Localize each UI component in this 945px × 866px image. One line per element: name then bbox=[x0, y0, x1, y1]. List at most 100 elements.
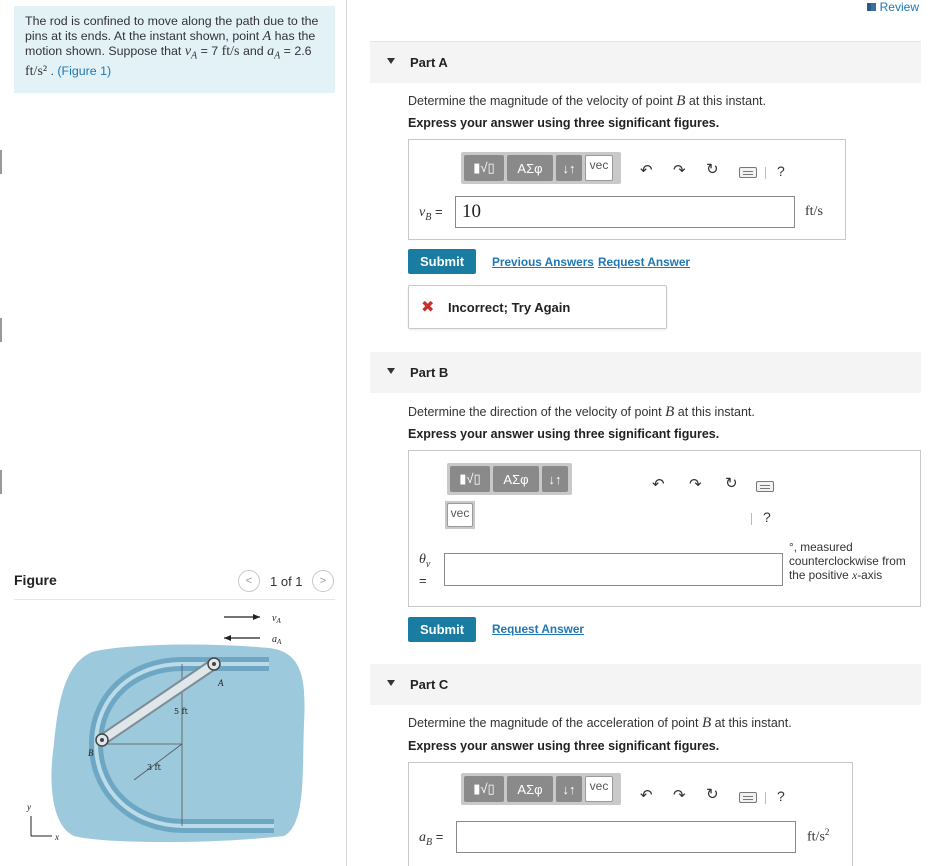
figure-header: Figure < 1 of 1 > bbox=[14, 566, 335, 600]
math-toolbar: ▮√▯ ΑΣφ ↓↑ vec bbox=[461, 773, 621, 805]
dim-5ft-label: 5 ft bbox=[174, 707, 189, 716]
previous-answers-link[interactable]: Previous Answers bbox=[492, 255, 594, 269]
aa-value: = 2.6 bbox=[280, 44, 312, 59]
axis-x-label: x bbox=[54, 832, 59, 842]
templates-button[interactable]: ▮√▯ bbox=[450, 466, 490, 492]
part-a-submit-button[interactable]: Submit bbox=[408, 249, 477, 274]
reset-icon[interactable]: ↻ bbox=[706, 162, 719, 178]
panel-divider bbox=[346, 0, 347, 866]
chevron-right-icon: > bbox=[319, 575, 327, 587]
scroll-tick bbox=[0, 470, 2, 494]
part-b-request-answer-link[interactable]: Request Answer bbox=[492, 622, 584, 636]
greek-button[interactable]: ΑΣφ bbox=[493, 466, 539, 492]
point-a-symbol: A bbox=[262, 28, 272, 44]
part-b-unit: °, measured counterclockwise from the po… bbox=[789, 540, 906, 582]
feedback-message: Incorrect; Try Again bbox=[448, 300, 571, 315]
redo-icon[interactable]: ↷ bbox=[689, 477, 702, 493]
reset-icon[interactable]: ↻ bbox=[706, 787, 719, 803]
arrows-button[interactable]: ↓↑ bbox=[556, 155, 582, 181]
part-b-submit-button[interactable]: Submit bbox=[408, 617, 477, 642]
templates-button[interactable]: ▮√▯ bbox=[464, 155, 504, 181]
collapse-triangle-icon bbox=[387, 368, 395, 374]
help-button[interactable]: ? bbox=[763, 509, 771, 525]
vb-label: vB = bbox=[419, 204, 443, 223]
part-a-instruction: Express your answer using three signific… bbox=[408, 116, 720, 130]
greek-button[interactable]: ΑΣφ bbox=[507, 776, 553, 802]
toolbar-separator bbox=[765, 167, 766, 179]
part-c-title: Part C bbox=[410, 677, 449, 692]
left-panel: The rod is confined to move along the pa… bbox=[0, 0, 348, 866]
part-b-answer-input[interactable] bbox=[444, 553, 783, 586]
va-value: = 7 bbox=[197, 44, 222, 59]
figure-next-button[interactable]: > bbox=[312, 570, 334, 592]
collapse-triangle-icon bbox=[387, 680, 395, 686]
part-c-question: Determine the magnitude of the accelerat… bbox=[408, 715, 792, 731]
vec-button[interactable]: vec bbox=[585, 155, 613, 181]
velocity-arrow bbox=[224, 614, 260, 620]
part-b-instruction: Express your answer using three signific… bbox=[408, 427, 720, 441]
toolbar-separator bbox=[751, 513, 752, 525]
undo-icon[interactable]: ↶ bbox=[640, 788, 653, 804]
part-a-answer-box: ▮√▯ ΑΣφ ↓↑ vec ↶ ↷ ↻ ? vB = ft/s bbox=[408, 139, 846, 240]
part-a-unit: ft/s bbox=[805, 204, 823, 219]
point-a-label: A bbox=[217, 678, 224, 688]
vec-toolgroup: vec bbox=[445, 501, 475, 529]
part-b-answer-box: ▮√▯ ΑΣφ ↓↑ vec ↶ ↷ ↻ ? θv = °, measured c… bbox=[408, 450, 921, 607]
arrows-button[interactable]: ↓↑ bbox=[556, 776, 582, 802]
part-a-request-answer-link[interactable]: Request Answer bbox=[598, 255, 690, 269]
redo-icon[interactable]: ↷ bbox=[673, 163, 686, 179]
figure-link[interactable]: (Figure 1) bbox=[57, 64, 111, 78]
vec-button[interactable]: vec bbox=[447, 503, 473, 527]
part-c-unit: ft/s2 bbox=[807, 827, 830, 845]
problem-text: and bbox=[242, 44, 264, 59]
incorrect-x-icon: ✖ bbox=[421, 299, 435, 316]
part-c-answer-box: ▮√▯ ΑΣφ ↓↑ vec ↶ ↷ ↻ ? aB = ft/s2 bbox=[408, 762, 853, 866]
point-b-label: B bbox=[88, 748, 94, 758]
arrows-button[interactable]: ↓↑ bbox=[542, 466, 568, 492]
acceleration-arrow bbox=[224, 635, 260, 641]
point-b-symbol: B bbox=[676, 93, 686, 109]
keyboard-icon[interactable] bbox=[756, 481, 774, 492]
keyboard-icon[interactable] bbox=[739, 167, 757, 178]
figure-prev-button[interactable]: < bbox=[238, 570, 260, 592]
theta-label: θv = bbox=[419, 552, 431, 588]
review-label: Review bbox=[879, 0, 919, 14]
book-icon bbox=[866, 3, 876, 11]
keyboard-icon[interactable] bbox=[739, 792, 757, 803]
part-a-header[interactable]: Part A bbox=[370, 42, 921, 83]
axis-y-label: y bbox=[26, 802, 31, 812]
math-toolbar: ▮√▯ ΑΣφ ↓↑ bbox=[447, 463, 572, 495]
vec-button[interactable]: vec bbox=[585, 776, 613, 802]
part-b-question: Determine the direction of the velocity … bbox=[408, 404, 755, 420]
ab-label: aB = bbox=[419, 829, 444, 848]
figure-title: Figure bbox=[14, 572, 57, 588]
greek-button[interactable]: ΑΣφ bbox=[507, 155, 553, 181]
scroll-tick bbox=[0, 150, 2, 174]
part-a-question: Determine the magnitude of the velocity … bbox=[408, 93, 766, 109]
templates-button[interactable]: ▮√▯ bbox=[464, 776, 504, 802]
scroll-tick bbox=[0, 318, 2, 342]
feedback-box: ✖ Incorrect; Try Again bbox=[408, 285, 667, 329]
redo-icon[interactable]: ↷ bbox=[673, 788, 686, 804]
undo-icon[interactable]: ↶ bbox=[640, 163, 653, 179]
reset-icon[interactable]: ↻ bbox=[725, 476, 738, 492]
review-link[interactable]: Review bbox=[866, 0, 919, 14]
part-c-instruction: Express your answer using three signific… bbox=[408, 739, 720, 753]
coordinate-axes bbox=[30, 816, 52, 837]
collapse-triangle-icon bbox=[387, 58, 395, 64]
mechanism-figure: vA aA 5 ft 3 ft A B y x bbox=[26, 613, 305, 842]
problem-statement: The rod is confined to move along the pa… bbox=[14, 6, 335, 93]
part-a-answer-input[interactable] bbox=[455, 196, 795, 228]
part-b-header[interactable]: Part B bbox=[370, 352, 921, 393]
math-toolbar: ▮√▯ ΑΣφ ↓↑ vec bbox=[461, 152, 621, 184]
part-a-title: Part A bbox=[410, 55, 448, 70]
part-b-title: Part B bbox=[410, 365, 449, 380]
problem-text: . bbox=[47, 64, 58, 79]
undo-icon[interactable]: ↶ bbox=[652, 477, 665, 493]
point-b-symbol: B bbox=[701, 715, 712, 731]
part-c-header[interactable]: Part C bbox=[370, 664, 921, 705]
part-c-answer-input[interactable] bbox=[456, 821, 796, 853]
help-button[interactable]: ? bbox=[777, 163, 785, 179]
toolbar-separator bbox=[765, 792, 766, 804]
help-button[interactable]: ? bbox=[777, 788, 785, 804]
